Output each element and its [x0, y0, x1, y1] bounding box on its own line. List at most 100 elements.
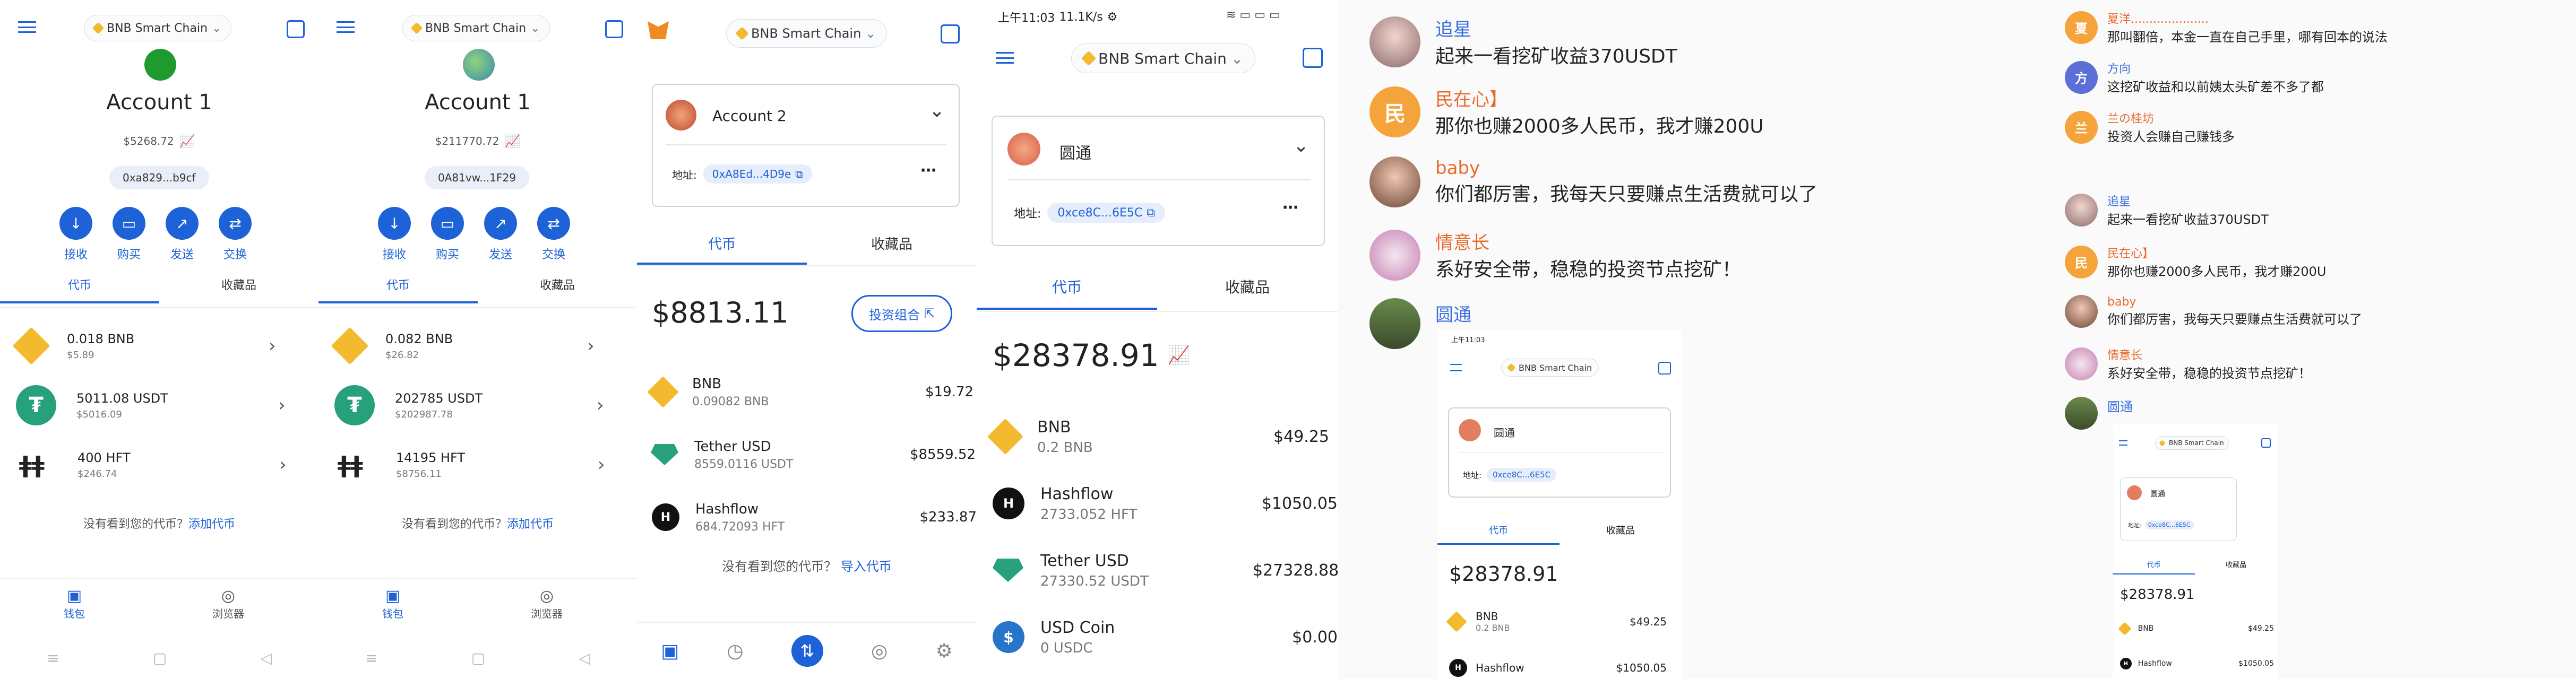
account-avatar: [666, 100, 696, 130]
compass-icon[interactable]: ◎: [871, 640, 888, 662]
chart-icon[interactable]: 📈: [1168, 345, 1190, 366]
token-row[interactable]: Tether USD 27330.52 USDT $27328.88: [977, 537, 1338, 604]
tab-collectibles[interactable]: 收藏品: [478, 276, 637, 293]
send-icon[interactable]: ↗: [166, 207, 199, 240]
more-icon[interactable]: ⋯: [1282, 198, 1298, 217]
network-selector[interactable]: BNB Smart Chain ⌄: [1071, 43, 1256, 73]
wallet-panel-1: BNB Smart Chain ⌄ Account 1 $5268.72 📈 0xa…: [0, 0, 318, 679]
chart-icon[interactable]: 📈: [505, 134, 521, 149]
token-row[interactable]: BNB 0.2 BNB $49.25: [977, 403, 1338, 470]
swap-icon[interactable]: ⇅: [791, 635, 823, 667]
network-selector[interactable]: BNB Smart Chain ⌄: [84, 15, 232, 41]
swap-action[interactable]: ⇄ 交换: [537, 207, 570, 262]
shared-screenshot[interactable]: BNB Smart Chain 圆通 地址: 0xce8C...6E5C 代币 收…: [2113, 424, 2277, 679]
receive-action[interactable]: ↓ 接收: [59, 207, 92, 262]
network-selector: BNB Smart Chain: [2155, 436, 2229, 450]
buy-action[interactable]: ▭ 购买: [431, 207, 464, 262]
token-row[interactable]: ǂǂ 400 HFT $246.74 ›: [0, 435, 318, 494]
swap-icon[interactable]: ⇄: [219, 207, 252, 240]
account-avatar[interactable]: [144, 49, 176, 81]
token-row[interactable]: H Hashflow 684.72093 HFT $233.87: [637, 486, 977, 549]
menu-key-icon[interactable]: ≡: [47, 649, 59, 667]
token-row[interactable]: H Hashflow 2733.052 HFT $1050.05: [977, 470, 1338, 537]
tab-tokens[interactable]: 代币: [0, 276, 159, 303]
account-name[interactable]: Account 1: [318, 90, 637, 115]
address-chip[interactable]: 0xa829...b9cf: [109, 166, 209, 189]
tab-tokens[interactable]: 代币: [637, 233, 807, 265]
more-icon[interactable]: ⋯: [920, 161, 936, 180]
chevron-right-icon: ›: [598, 454, 605, 475]
nav-browser[interactable]: ◎ 浏览器: [212, 587, 244, 621]
wallet-icon[interactable]: ▣: [661, 640, 679, 662]
clock-icon[interactable]: ◷: [727, 640, 743, 662]
import-token-link[interactable]: 导入代币: [841, 559, 892, 574]
account-avatar[interactable]: [463, 49, 495, 81]
account-card[interactable]: Account 2 ⌄ 地址: 0xA8Ed...4D9e ⧉ ⋯: [652, 84, 960, 207]
buy-action[interactable]: ▭ 购买: [113, 207, 145, 262]
network-selector[interactable]: BNB Smart Chain ⌄: [726, 19, 888, 48]
swap-action[interactable]: ⇄ 交换: [219, 207, 252, 262]
receive-icon[interactable]: ↓: [59, 207, 92, 240]
add-token-link[interactable]: 添加代币: [188, 518, 235, 531]
chat-message: 兰 兰の桂坊 投资人会赚自己赚钱多: [2065, 109, 2235, 145]
menu-key-icon[interactable]: ≡: [365, 649, 377, 667]
token-row[interactable]: $ USD Coin 0 USDC $0.00: [977, 604, 1338, 671]
tab-collectibles[interactable]: 收藏品: [1157, 276, 1338, 297]
address-chip[interactable]: 0xA8Ed...4D9e ⧉: [703, 164, 812, 184]
token-row[interactable]: ₮ 5011.08 USDT $5016.09 ›: [0, 376, 318, 435]
chevron-down-icon[interactable]: ⌄: [929, 100, 945, 121]
menu-icon[interactable]: [996, 52, 1014, 64]
nav-wallet[interactable]: ▣ 钱包: [382, 587, 403, 621]
token-row[interactable]: Tether USD 8559.0116 USDT $8559.52: [637, 423, 977, 486]
copy-icon[interactable]: ⧉: [1147, 206, 1155, 220]
back-key-icon[interactable]: ◁: [579, 649, 590, 667]
tab-tokens[interactable]: 代币: [318, 276, 478, 303]
send-icon[interactable]: ↗: [484, 207, 517, 240]
send-action[interactable]: ↗ 发送: [484, 207, 517, 262]
chevron-down-icon[interactable]: ⌄: [1293, 135, 1309, 156]
scan-icon[interactable]: [1303, 48, 1323, 68]
scan-icon[interactable]: [605, 20, 623, 38]
tab-collectibles[interactable]: 收藏品: [807, 233, 977, 253]
address-chip[interactable]: 0xce8C...6E5C ⧉: [1047, 203, 1165, 223]
account-name[interactable]: Account 1: [0, 90, 318, 115]
scan-icon[interactable]: [941, 24, 960, 43]
token-row[interactable]: 0.018 BNB $5.89 ›: [0, 316, 318, 376]
tab-collectibles: 收藏品: [2225, 561, 2246, 569]
token-row[interactable]: ₮ 202785 USDT $202987.78 ›: [318, 376, 637, 435]
token-row: H Hashflow $1050.05: [1449, 659, 1672, 677]
nav-wallet[interactable]: ▣ 钱包: [64, 587, 85, 621]
network-selector[interactable]: BNB Smart Chain ⌄: [402, 15, 550, 41]
home-key-icon[interactable]: ▢: [471, 649, 485, 667]
add-token-link[interactable]: 添加代币: [507, 518, 554, 531]
back-key-icon[interactable]: ◁: [260, 649, 272, 667]
account-card[interactable]: 圆通 ⌄ 地址: 0xce8C...6E5C ⧉ ⋯: [992, 116, 1325, 246]
shared-screenshot[interactable]: 上午11:03 BNB Smart Chain 圆通 地址: 0xce8C...6…: [1437, 330, 1682, 679]
receive-icon[interactable]: ↓: [378, 207, 411, 240]
portfolio-button[interactable]: 投资组合 ⇱: [851, 295, 953, 332]
system-nav: ≡ ▢ ◁: [0, 642, 318, 674]
swap-icon[interactable]: ⇄: [537, 207, 570, 240]
scan-icon[interactable]: [287, 20, 305, 38]
token-row[interactable]: BNB 0.09082 BNB $19.72: [637, 361, 977, 423]
card-icon[interactable]: ▭: [113, 207, 145, 240]
send-action[interactable]: ↗ 发送: [166, 207, 199, 262]
copy-icon[interactable]: ⧉: [795, 168, 803, 180]
receive-action[interactable]: ↓ 接收: [378, 207, 411, 262]
nav-browser[interactable]: ◎ 浏览器: [531, 587, 563, 621]
chart-icon[interactable]: 📈: [179, 134, 195, 149]
menu-icon[interactable]: [18, 21, 36, 33]
address-chip[interactable]: 0A81vw...1F29: [425, 166, 529, 189]
gear-icon[interactable]: ⚙: [936, 640, 953, 662]
wallet-icon: ▣: [66, 587, 82, 605]
menu-icon[interactable]: [337, 21, 355, 33]
tab-collectibles[interactable]: 收藏品: [159, 276, 318, 293]
token-row[interactable]: 0.082 BNB $26.82 ›: [318, 316, 637, 376]
tab-tokens[interactable]: 代币: [977, 276, 1157, 310]
home-key-icon[interactable]: ▢: [153, 649, 167, 667]
token-row[interactable]: ǂǂ 14195 HFT $8756.11 ›: [318, 435, 637, 494]
card-icon[interactable]: ▭: [431, 207, 464, 240]
tether-icon: [651, 444, 678, 465]
network-selector: BNB Smart Chain: [1501, 359, 1599, 377]
wallet-panel-2: BNB Smart Chain ⌄ Account 1 $211770.72 📈 0…: [318, 0, 637, 679]
